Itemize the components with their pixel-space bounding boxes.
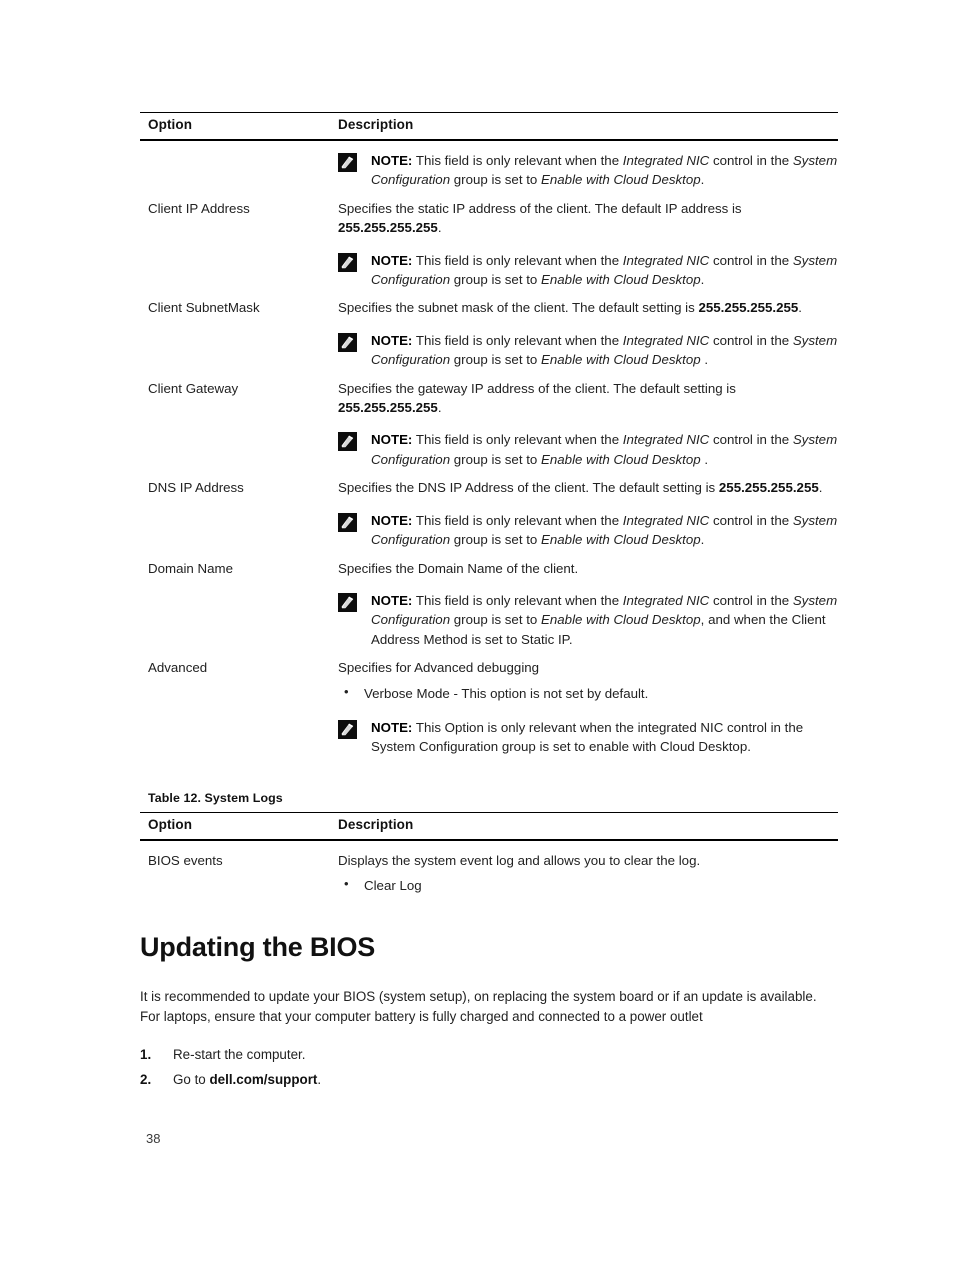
document-page: Option Description NOTE: This field is o… [0, 0, 954, 1268]
option-cell: Domain Name [148, 560, 233, 576]
table-row: Client SubnetMask Specifies the subnet m… [140, 289, 838, 369]
table-header-row: Option Description [140, 112, 838, 141]
description-bullet-list: Verbose Mode - This option is not set by… [338, 683, 838, 703]
note-block: NOTE: This field is only relevant when t… [338, 331, 838, 370]
page-content: Option Description NOTE: This field is o… [140, 112, 838, 1094]
note-pencil-icon [338, 512, 357, 532]
description-cell: Specifies for Advanced debugging Verbose… [338, 649, 838, 757]
note-block: NOTE: This field is only relevant when t… [338, 511, 838, 550]
description-cell: Specifies the gateway IP address of the … [338, 370, 838, 470]
description-text: Specifies for Advanced debugging [338, 660, 540, 676]
option-cell: DNS IP Address [148, 480, 244, 496]
option-cell: Client SubnetMask [148, 300, 260, 316]
note-pencil-icon [338, 719, 357, 739]
description-text: Specifies the static IP address of the c… [338, 200, 742, 236]
note-block: NOTE: This field is only relevant when t… [338, 151, 838, 190]
table-row: Client Gateway Specifies the gateway IP … [140, 370, 838, 470]
table-row: Client IP Address Specifies the static I… [140, 190, 838, 290]
note-text: NOTE: This field is only relevant when t… [371, 332, 838, 368]
description-cell: Specifies the Domain Name of the client. [338, 550, 838, 650]
option-cell [140, 140, 338, 190]
description-cell: NOTE: This field is only relevant when t… [338, 140, 838, 190]
note-label: NOTE: [371, 332, 413, 348]
note-block: NOTE: This Option is only relevant when … [338, 718, 838, 757]
description-cell: Specifies the DNS IP Address of the clie… [338, 469, 838, 549]
note-label: NOTE: [371, 512, 413, 528]
column-header-description: Description [338, 811, 838, 841]
description-cell: Specifies the subnet mask of the client.… [338, 289, 838, 369]
description-text: Specifies the subnet mask of the client.… [338, 300, 802, 316]
option-cell: Advanced [148, 660, 208, 676]
note-text: NOTE: This Option is only relevant when … [371, 719, 804, 755]
option-cell: BIOS events [148, 852, 223, 868]
note-pencil-icon [338, 332, 357, 352]
note-text: NOTE: This field is only relevant when t… [371, 512, 838, 548]
description-text: Specifies the DNS IP Address of the clie… [338, 480, 823, 496]
list-item: Clear Log [338, 875, 838, 895]
page-title: Updating the BIOS [140, 931, 376, 962]
system-logs-table: Option Description BIOS events Displays … [140, 811, 838, 898]
options-table: Option Description NOTE: This field is o… [140, 112, 838, 757]
note-block: NOTE: This field is only relevant when t… [338, 591, 838, 649]
column-header-description: Description [338, 112, 838, 141]
note-pencil-icon [338, 153, 357, 172]
table-row: Advanced Specifies for Advanced debuggin… [140, 649, 838, 757]
note-text: NOTE: This field is only relevant when t… [371, 153, 838, 188]
steps-list: Re-start the computer. Go to dell.com/su… [140, 1045, 838, 1091]
description-text: Displays the system event log and allows… [338, 852, 701, 868]
column-header-option: Option [140, 811, 338, 841]
note-pencil-icon [338, 252, 357, 272]
note-label: NOTE: [371, 153, 413, 168]
note-label: NOTE: [371, 592, 413, 608]
section-paragraph: It is recommended to update your BIOS (s… [140, 988, 817, 1024]
description-text: Specifies the Domain Name of the client. [338, 560, 579, 576]
list-item: Verbose Mode - This option is not set by… [338, 683, 838, 703]
table-header-row: Option Description [140, 811, 838, 841]
table-row: BIOS events Displays the system event lo… [140, 840, 838, 898]
note-text: NOTE: This field is only relevant when t… [371, 252, 838, 288]
note-text: NOTE: This field is only relevant when t… [371, 592, 838, 647]
note-label: NOTE: [371, 252, 413, 268]
note-label: NOTE: [371, 432, 413, 448]
note-block: NOTE: This field is only relevant when t… [338, 430, 838, 469]
table-row: DNS IP Address Specifies the DNS IP Addr… [140, 469, 838, 549]
table-row: NOTE: This field is only relevant when t… [140, 140, 838, 190]
note-pencil-icon [338, 432, 357, 452]
note-pencil-icon [338, 592, 357, 612]
list-item: Go to dell.com/support. [140, 1070, 322, 1091]
list-item: Re-start the computer. [140, 1045, 306, 1066]
description-bullet-list: Clear Log [338, 875, 838, 895]
option-cell: Client Gateway [148, 380, 239, 396]
column-header-option: Option [140, 112, 338, 141]
page-number: 38 [146, 1131, 161, 1146]
table-caption-system-logs: Table 12. System Logs [148, 790, 283, 805]
table-row: Domain Name Specifies the Domain Name of… [140, 550, 838, 650]
option-cell: Client IP Address [148, 200, 250, 216]
description-cell: Displays the system event log and allows… [338, 840, 838, 898]
note-block: NOTE: This field is only relevant when t… [338, 251, 838, 290]
description-cell: Specifies the static IP address of the c… [338, 190, 838, 290]
description-text: Specifies the gateway IP address of the … [338, 380, 736, 416]
note-label: NOTE: [371, 719, 413, 735]
note-text: NOTE: This field is only relevant when t… [371, 432, 838, 467]
